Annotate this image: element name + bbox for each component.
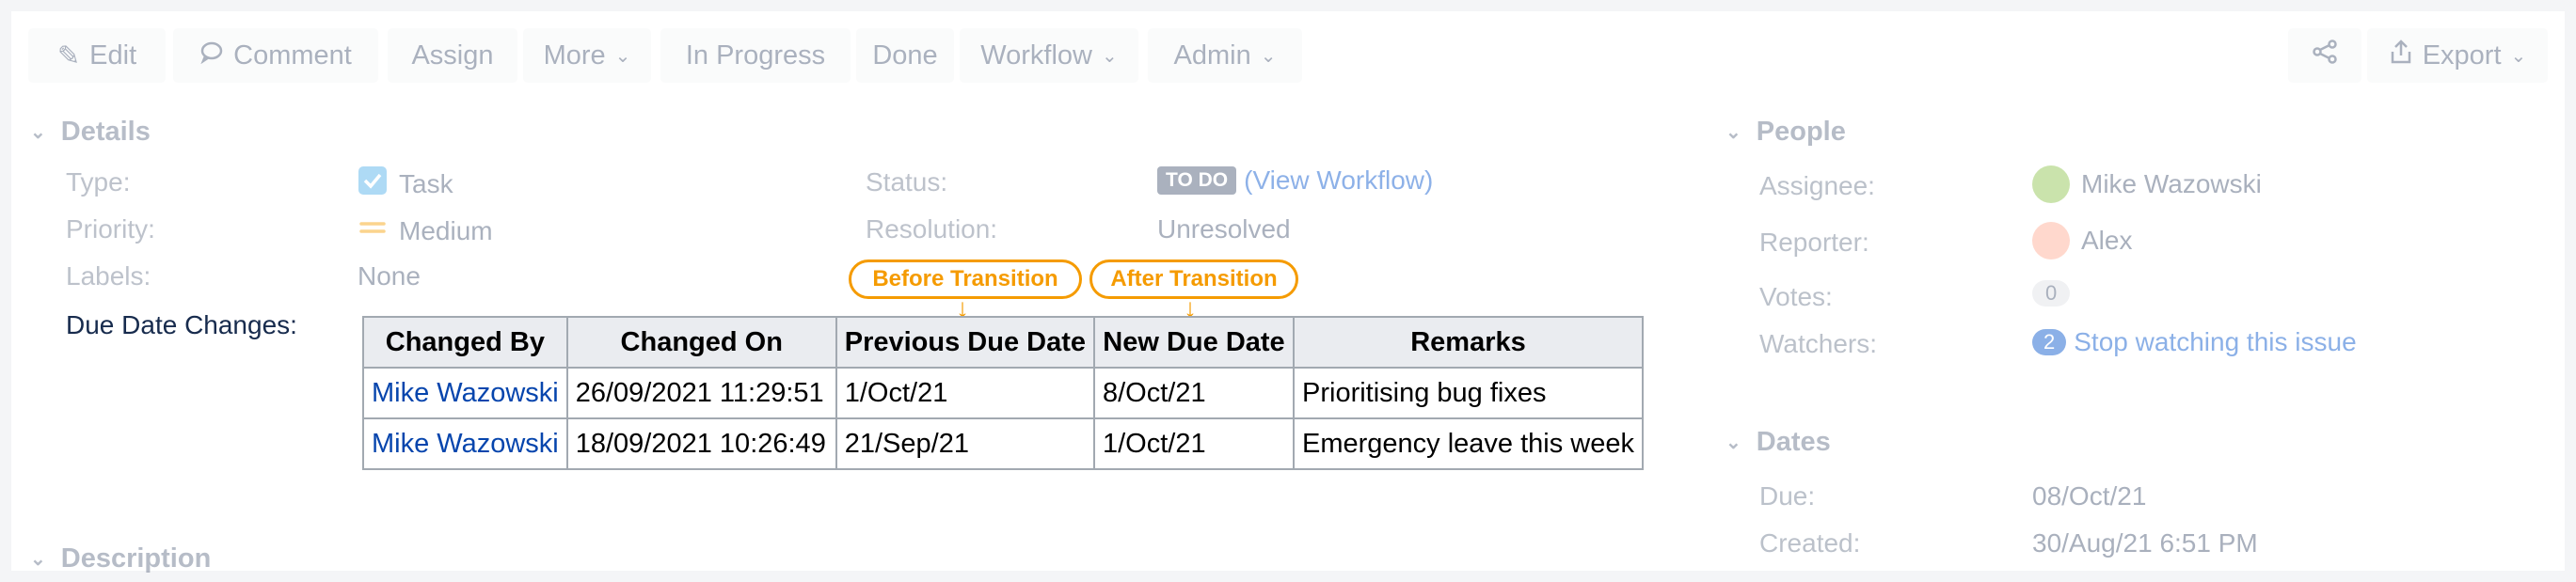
type-text: Task [399, 168, 453, 198]
comment-icon [199, 39, 224, 71]
previous-due-date-cell: 21/Sep/21 [835, 417, 1096, 470]
workflow-label: Workflow [980, 39, 1092, 71]
task-icon [358, 165, 388, 202]
chevron-down-icon: ⌄ [30, 549, 46, 570]
share-icon [2312, 39, 2338, 72]
type-value: Task [358, 165, 453, 202]
in-progress-label: In Progress [685, 39, 826, 71]
changed-by-link[interactable]: Mike Wazowski [362, 417, 568, 470]
avatar [2032, 165, 2070, 203]
description-toggle[interactable]: ⌄ Description [30, 543, 211, 574]
upload-icon [2389, 39, 2413, 72]
labels-label: Labels: [66, 261, 151, 291]
chevron-down-icon: ⌄ [1101, 45, 1118, 67]
more-label: More [543, 39, 606, 71]
admin-label: Admin [1173, 39, 1251, 71]
votes-count-badge: 0 [2032, 280, 2071, 307]
assign-button[interactable]: Assign [388, 28, 517, 83]
previous-due-date-cell: 1/Oct/21 [835, 367, 1096, 419]
comment-button[interactable]: Comment [173, 28, 378, 83]
dates-toggle[interactable]: ⌄ Dates [1725, 427, 1831, 458]
export-button[interactable]: Export ⌄ [2367, 28, 2548, 83]
column-header: Changed On [565, 316, 837, 369]
status-value: TO DO (View Workflow) [1157, 165, 1433, 196]
votes-value[interactable]: 0 [2032, 280, 2071, 307]
chevron-down-icon: ⌄ [614, 45, 631, 67]
assign-label: Assign [411, 39, 494, 71]
people-title: People [1756, 117, 1846, 147]
workflow-button[interactable]: Workflow ⌄ [960, 28, 1138, 83]
labels-value: None [358, 261, 421, 291]
watchers-label: Watchers: [1759, 329, 1877, 358]
table-header-row: Changed By Changed On Previous Due Date … [362, 316, 1644, 369]
due-date-changes-label: Due Date Changes: [66, 310, 297, 339]
assignee-label: Assignee: [1759, 171, 1875, 200]
chevron-down-icon: ⌄ [2510, 45, 2527, 67]
new-due-date-cell: 1/Oct/21 [1093, 417, 1295, 470]
more-button[interactable]: More ⌄ [523, 28, 651, 83]
edit-button[interactable]: ✎ Edit [28, 28, 166, 83]
comment-label: Comment [233, 39, 352, 71]
status-label: Status: [866, 167, 948, 197]
resolution-label: Resolution: [866, 214, 998, 244]
done-label: Done [872, 39, 938, 71]
reporter-value[interactable]: Alex [2032, 222, 2132, 260]
in-progress-button[interactable]: In Progress [660, 28, 851, 83]
column-header: Remarks [1293, 316, 1644, 369]
issue-view: ✎ Edit Comment Assign More ⌄ In Progress… [11, 11, 2565, 574]
changed-on-cell: 18/09/2021 10:26:49 [565, 417, 837, 470]
table-row: Mike Wazowski 26/09/2021 11:29:51 1/Oct/… [362, 367, 1644, 419]
admin-button[interactable]: Admin ⌄ [1148, 28, 1302, 83]
view-workflow-link[interactable]: (View Workflow) [1244, 165, 1433, 196]
watchers-count-badge: 2 [2032, 329, 2067, 355]
chevron-down-icon: ⌄ [1725, 433, 1741, 453]
share-button[interactable] [2288, 28, 2361, 83]
assignee-value[interactable]: Mike Wazowski [2032, 165, 2262, 203]
export-label: Export [2422, 39, 2502, 71]
changed-by-link[interactable]: Mike Wazowski [362, 367, 568, 419]
votes-label: Votes: [1759, 282, 1833, 311]
priority-label: Priority: [66, 214, 155, 244]
created-value: 30/Aug/21 6:51 PM [2032, 528, 2258, 558]
column-header: Changed By [362, 316, 568, 369]
description-title: Description [60, 543, 212, 574]
due-date-changes-table: Changed By Changed On Previous Due Date … [362, 316, 1644, 470]
table-row: Mike Wazowski 18/09/2021 10:26:49 21/Sep… [362, 417, 1644, 470]
reporter-label: Reporter: [1759, 228, 1869, 257]
dates-title: Dates [1756, 427, 1831, 457]
chevron-down-icon: ⌄ [1260, 45, 1277, 67]
done-button[interactable]: Done [856, 28, 954, 83]
chevron-down-icon: ⌄ [30, 122, 46, 143]
pencil-icon: ✎ [56, 40, 81, 71]
priority-medium-icon [358, 212, 388, 249]
due-value: 08/Oct/21 [2032, 481, 2147, 511]
column-header: Previous Due Date [835, 316, 1096, 369]
avatar [2032, 222, 2070, 260]
due-label: Due: [1759, 481, 1816, 511]
chevron-down-icon: ⌄ [1725, 122, 1741, 143]
type-label: Type: [66, 167, 131, 197]
watchers-value: 2 Stop watching this issue [2032, 327, 2357, 357]
column-header: New Due Date [1093, 316, 1295, 369]
priority-text: Medium [399, 215, 493, 245]
assignee-name: Mike Wazowski [2081, 169, 2262, 198]
details-title: Details [60, 117, 151, 147]
remarks-cell: Prioritising bug fixes [1293, 367, 1644, 419]
people-toggle[interactable]: ⌄ People [1725, 117, 1846, 148]
priority-value: Medium [358, 212, 493, 249]
remarks-cell: Emergency leave this week [1293, 417, 1644, 470]
status-badge: TO DO [1157, 166, 1237, 195]
new-due-date-cell: 8/Oct/21 [1093, 367, 1295, 419]
changed-on-cell: 26/09/2021 11:29:51 [565, 367, 837, 419]
details-toggle[interactable]: ⌄ Details [30, 117, 151, 148]
stop-watching-link[interactable]: Stop watching this issue [2074, 327, 2356, 357]
created-label: Created: [1759, 528, 1861, 558]
resolution-value: Unresolved [1157, 214, 1291, 244]
reporter-name: Alex [2081, 226, 2133, 255]
edit-label: Edit [89, 39, 137, 71]
